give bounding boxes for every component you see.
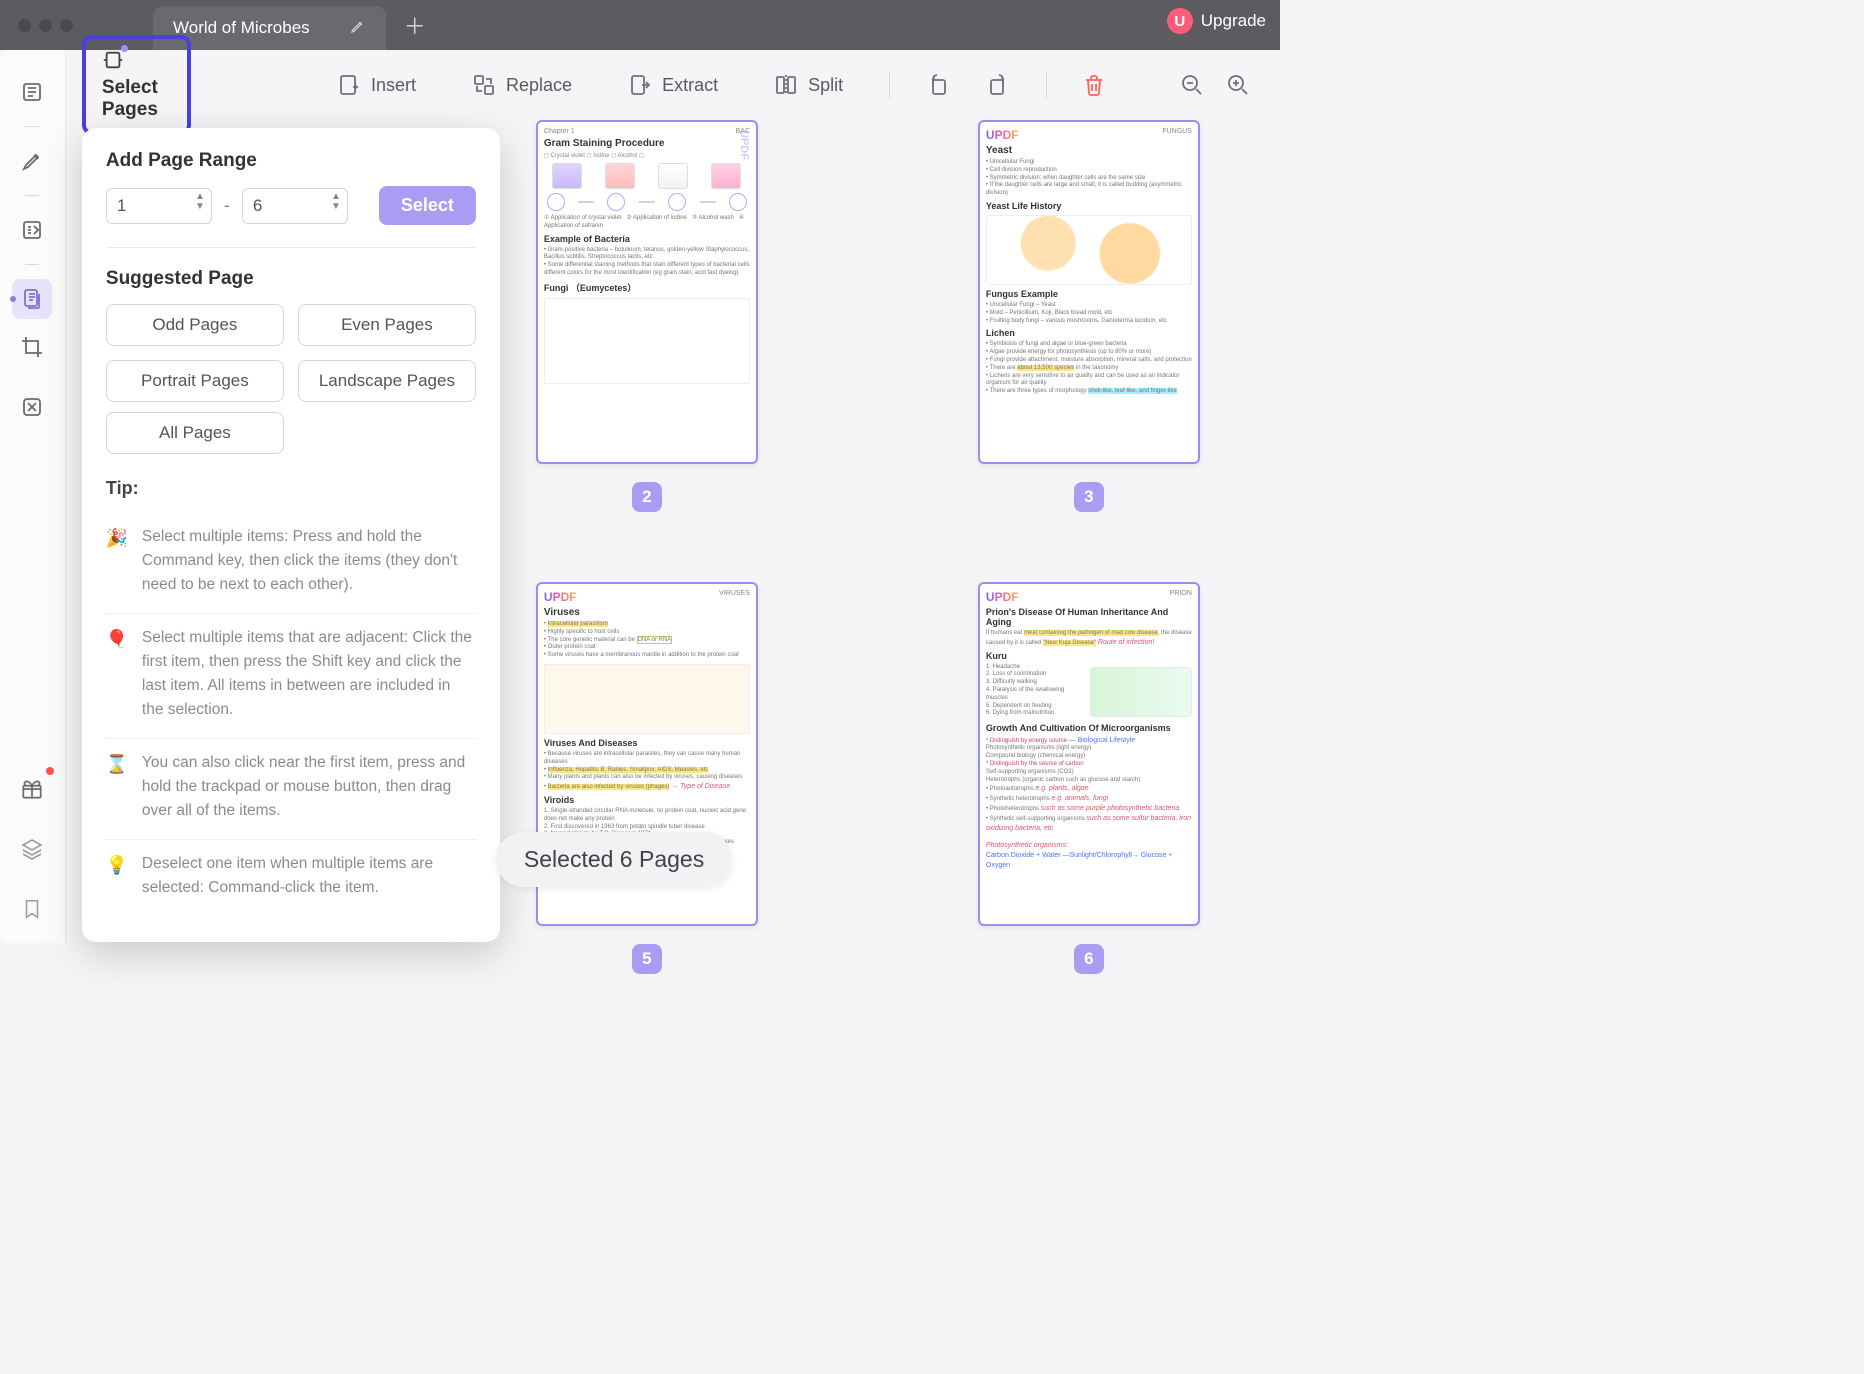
brand-label: UPDF [986, 590, 1019, 604]
tip-item: 💡 Deselect one item when multiple items … [106, 840, 476, 916]
page-number-badge: 6 [1074, 944, 1104, 974]
upgrade-label: Upgrade [1201, 11, 1266, 31]
split-button[interactable]: Split [764, 67, 853, 103]
delete-icon[interactable] [1082, 71, 1106, 99]
select-pages-panel: Add Page Range 1 ▲▼ - 6 ▲▼ Select Sugges… [82, 128, 500, 942]
page-thumb-3[interactable]: UPDFFUNGUS Yeast • Unicellular Fungi• Ce… [978, 120, 1200, 512]
notification-dot [46, 767, 54, 775]
doc-heading: Gram Staining Procedure [544, 138, 750, 149]
organize-pages-icon[interactable] [12, 279, 52, 319]
split-label: Split [808, 75, 843, 96]
page-thumb-6[interactable]: UPDFPRION Prion's Disease Of Human Inher… [978, 582, 1200, 974]
content-area: Select Pages Insert Replace Extract Spli… [66, 50, 1280, 943]
tip-emoji: 🎈 [106, 626, 128, 722]
selection-toast: Selected 6 Pages [496, 832, 732, 887]
doc-subheading: Fungi （Eumycetes） [544, 281, 750, 294]
brand-label: UPDF [544, 590, 577, 604]
tip-item: ⌛ You can also click near the first item… [106, 739, 476, 840]
titlebar: World of Microbes ＋ U Upgrade [0, 0, 1280, 50]
minimize-dot[interactable] [39, 19, 52, 32]
crop-icon[interactable] [12, 327, 52, 367]
chip-landscape-pages[interactable]: Landscape Pages [298, 360, 476, 402]
tip-emoji: 💡 [106, 852, 128, 900]
range-to-input[interactable]: 6 ▲▼ [242, 188, 348, 224]
doc-subheading: Example of Bacteria [544, 234, 750, 244]
page-number-badge: 3 [1074, 482, 1104, 512]
replace-label: Replace [506, 75, 572, 96]
left-sidebar [0, 50, 66, 943]
window-controls [18, 19, 73, 32]
pencil-icon[interactable] [350, 18, 366, 39]
chip-all-pages[interactable]: All Pages [106, 412, 284, 454]
replace-button[interactable]: Replace [462, 67, 582, 103]
suggested-page-title: Suggested Page [106, 268, 476, 290]
range-from-input[interactable]: 1 ▲▼ [106, 188, 212, 224]
select-range-button[interactable]: Select [379, 186, 476, 225]
tip-item: 🎉 Select multiple items: Press and hold … [106, 513, 476, 614]
tip-text: Deselect one item when multiple items ar… [142, 852, 476, 900]
rail-separator [25, 195, 39, 196]
edit-text-icon[interactable] [12, 210, 52, 250]
bookmark-icon[interactable] [12, 889, 52, 929]
doc-subheading: Viruses And Diseases [544, 738, 750, 748]
tip-text: Select multiple items: Press and hold th… [142, 525, 476, 597]
page-number-badge: 2 [632, 482, 662, 512]
doc-heading: Viruses [544, 607, 750, 618]
range-separator: - [224, 195, 230, 216]
rotate-left-icon[interactable] [926, 71, 950, 99]
doc-heading: Prion's Disease Of Human Inheritance And… [986, 607, 1192, 627]
stepper-arrows[interactable]: ▲▼ [195, 192, 205, 212]
extract-button[interactable]: Extract [618, 67, 728, 103]
page-number-badge: 5 [632, 944, 662, 974]
stepper-arrows[interactable]: ▲▼ [331, 192, 341, 212]
zoom-in-icon[interactable] [1224, 71, 1252, 99]
chip-portrait-pages[interactable]: Portrait Pages [106, 360, 284, 402]
rail-separator [25, 264, 39, 265]
page-toolbar: Select Pages Insert Replace Extract Spli… [66, 50, 1280, 120]
rotate-right-icon[interactable] [986, 71, 1010, 99]
brand-label: UPDF [986, 128, 1019, 142]
reader-icon[interactable] [12, 72, 52, 112]
tip-emoji: ⌛ [106, 751, 128, 823]
zoom-out-icon[interactable] [1178, 71, 1206, 99]
doc-subheading: Fungus Example [986, 289, 1192, 299]
maximize-dot[interactable] [60, 19, 73, 32]
doc-subheading: Lichen [986, 328, 1192, 338]
tip-item: 🎈 Select multiple items that are adjacen… [106, 614, 476, 739]
highlighter-icon[interactable] [12, 141, 52, 181]
doc-subheading: Growth And Cultivation Of Microorganisms [986, 723, 1192, 733]
tab-title: World of Microbes [173, 18, 310, 38]
tip-text: Select multiple items that are adjacent:… [142, 626, 476, 722]
page-thumb-2[interactable]: UPDF Chapter 1BAC Gram Staining Procedur… [536, 120, 758, 512]
active-indicator-dot [10, 296, 16, 302]
doc-heading: Yeast [986, 145, 1192, 156]
gift-icon[interactable] [12, 769, 52, 809]
add-page-range-title: Add Page Range [106, 150, 476, 172]
chip-even-pages[interactable]: Even Pages [298, 304, 476, 346]
extract-label: Extract [662, 75, 718, 96]
select-pages-label: Select Pages [102, 77, 158, 120]
doc-subheading: Kuru [986, 651, 1192, 661]
upgrade-badge-icon: U [1167, 8, 1193, 34]
tip-emoji: 🎉 [106, 525, 128, 597]
new-tab-button[interactable]: ＋ [404, 9, 426, 41]
select-pages-icon [102, 49, 124, 71]
insert-label: Insert [371, 75, 416, 96]
tip-text: You can also click near the first item, … [142, 751, 476, 823]
chip-odd-pages[interactable]: Odd Pages [106, 304, 284, 346]
watermark-icon: UPDF [738, 130, 750, 160]
page-thumb-5[interactable]: UPDFVIRUSES Viruses • Intracellular para… [536, 582, 758, 974]
insert-button[interactable]: Insert [327, 67, 426, 103]
close-dot[interactable] [18, 19, 31, 32]
upgrade-button[interactable]: U Upgrade [1167, 8, 1266, 34]
tip-title: Tip: [106, 478, 476, 499]
tools-icon[interactable] [12, 387, 52, 427]
doc-subheading: Yeast Life History [986, 201, 1192, 211]
doc-subheading: Viroids [544, 795, 750, 805]
layers-icon[interactable] [12, 829, 52, 869]
rail-separator [25, 126, 39, 127]
